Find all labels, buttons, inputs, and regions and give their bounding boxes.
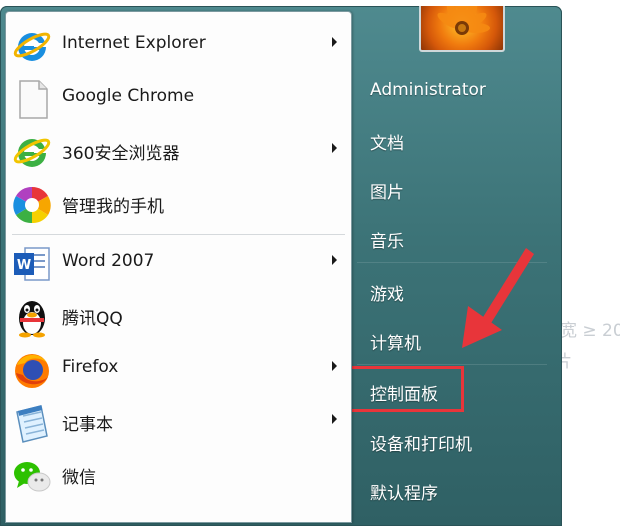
highlight-box [344,366,464,412]
link-devices-and-printers[interactable]: 设备和打印机 [370,430,472,455]
link-pictures[interactable]: 图片 [370,178,404,203]
chevron-right-icon[interactable] [332,414,337,424]
program-label: Internet Explorer [62,33,206,53]
link-administrator[interactable]: Administrator [370,80,486,100]
word-icon: W [11,243,53,285]
program-item-qq[interactable]: 腾讯QQ [6,290,351,342]
link-music[interactable]: 音乐 [370,227,404,252]
program-item-notepad[interactable]: 记事本 [6,396,351,448]
internet-explorer-icon [11,25,53,67]
svg-text:W: W [17,258,31,273]
qq-penguin-icon [11,296,53,338]
background-text-fragment: 宽 ≥ 200 [560,321,620,341]
program-list: Internet Explorer Google Chrome 360安全浏览器 [5,11,352,523]
chevron-right-icon[interactable] [332,143,337,153]
phone-manager-icon [11,184,53,226]
program-label: Google Chrome [62,86,195,106]
program-item-phone-manager[interactable]: 管理我的手机 [6,178,351,230]
link-documents[interactable]: 文档 [370,129,404,154]
blank-document-icon [11,78,53,120]
program-list-divider [12,234,345,235]
program-item-google-chrome[interactable]: Google Chrome [6,72,351,124]
red-arrow-icon [462,248,534,348]
program-label: 360安全浏览器 [62,144,180,164]
link-default-programs[interactable]: 默认程序 [370,479,438,504]
notepad-icon [11,402,53,444]
program-item-wechat[interactable]: 微信 [6,449,351,501]
firefox-icon [11,349,53,391]
link-games[interactable]: 游戏 [370,280,404,305]
chevron-right-icon[interactable] [332,37,337,47]
flower-avatar-icon[interactable] [419,6,505,52]
program-item-360-browser[interactable]: 360安全浏览器 [6,125,351,177]
program-item-internet-explorer[interactable]: Internet Explorer [6,19,351,71]
program-label: 腾讯QQ [62,309,123,329]
program-item-firefox[interactable]: Firefox [6,343,351,395]
link-computer[interactable]: 计算机 [370,329,421,354]
right-pane-divider [357,364,547,365]
program-label: 管理我的手机 [62,197,164,217]
program-item-word-2007[interactable]: W Word 2007 [6,237,351,289]
program-label: Word 2007 [62,251,155,271]
chevron-right-icon[interactable] [332,255,337,265]
program-label: 微信 [62,468,96,488]
wechat-icon [11,455,53,497]
chevron-right-icon[interactable] [332,361,337,371]
program-label: Firefox [62,357,119,377]
program-label: 记事本 [62,415,113,435]
360-browser-icon [11,131,53,173]
